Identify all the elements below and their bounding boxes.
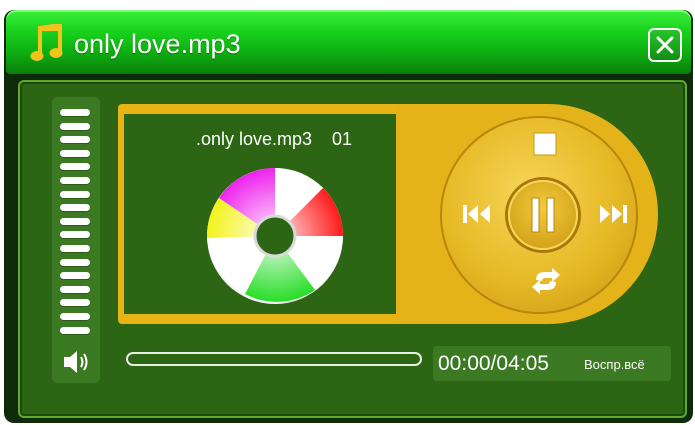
- speaker-icon[interactable]: [62, 349, 92, 375]
- volume-level-bar: [60, 204, 90, 212]
- volume-level-bar: [60, 326, 90, 334]
- window-title: only love.mp3: [74, 29, 241, 59]
- close-button[interactable]: [648, 28, 682, 62]
- next-icon[interactable]: [598, 203, 628, 225]
- volume-level-bar: [60, 177, 90, 184]
- volume-level-bar: [60, 285, 90, 293]
- previous-icon[interactable]: [462, 203, 492, 225]
- repeat-icon[interactable]: [530, 267, 562, 295]
- volume-level-bar: [60, 299, 90, 307]
- close-icon: [656, 36, 674, 54]
- volume-level-bar: [60, 109, 90, 116]
- volume-level-bar: [60, 163, 90, 171]
- volume-level-bar: [60, 122, 90, 130]
- volume-level-bar: [60, 258, 90, 266]
- time-readout: 00:00/04:05: [438, 352, 549, 375]
- volume-slider[interactable]: [52, 97, 100, 383]
- volume-level-bar: [60, 272, 90, 280]
- volume-level-bar: [60, 231, 90, 239]
- track-number: 01: [332, 129, 353, 149]
- volume-level-bar: [60, 149, 90, 157]
- music-note-icon: [30, 24, 63, 61]
- stop-icon[interactable]: [533, 132, 557, 156]
- volume-level-bar: [60, 217, 90, 225]
- cd-disc-icon: [206, 168, 343, 304]
- volume-level-bar: [60, 190, 90, 198]
- volume-level-bar: [60, 245, 90, 252]
- track-info: .only love.mp3 01: [124, 129, 424, 150]
- volume-level-bar: [60, 136, 90, 144]
- seek-bar[interactable]: [126, 352, 422, 366]
- track-name: .only love.mp3: [195, 129, 313, 149]
- play-mode-button[interactable]: Воспр.всё: [584, 357, 645, 372]
- volume-level-bar: [60, 313, 90, 320]
- pause-icon[interactable]: [530, 196, 556, 234]
